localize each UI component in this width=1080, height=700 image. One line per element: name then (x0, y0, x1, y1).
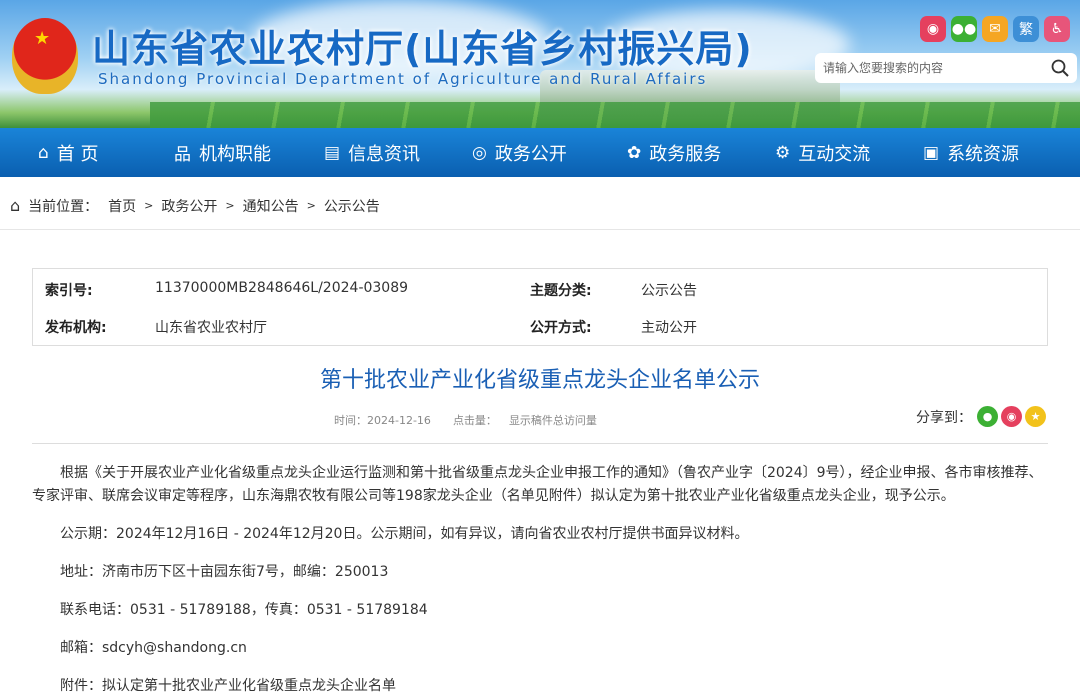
nav-icon: ⌂ (38, 142, 49, 163)
nav-icon: 品 (174, 145, 191, 165)
info-table: 索引号: 11370000MB2848646L/2024-03089 主题分类:… (32, 268, 1048, 346)
share-weibo-icon[interactable]: ◉ (1001, 406, 1022, 427)
nav-icon: ⚙ (775, 142, 791, 163)
article-title: 第十批农业产业化省级重点龙头企业名单公示 (319, 368, 760, 393)
nav-icon: ✿ (627, 142, 642, 163)
accessibility-icon[interactable]: ♿ (1044, 16, 1070, 42)
site-subtitle: Shandong Provincial Department of Agricu… (98, 70, 708, 88)
publish-time: 时间：2024-12-16 (334, 414, 431, 427)
nav-label: 政务服务 (649, 143, 722, 165)
body-paragraph: 邮箱：sdcyh@shandong.cn (60, 640, 247, 656)
nav-label: 系统资源 (947, 143, 1020, 165)
nav-label: 首 页 (56, 143, 99, 165)
body-paragraph: 联系电话：0531 - 51789188，传真：0531 - 51789184 (60, 602, 428, 618)
nav-icon: ◎ (472, 142, 487, 163)
mail-icon[interactable]: ✉ (982, 16, 1008, 42)
index-value: 11370000MB2848646L/2024-03089 (155, 280, 409, 296)
article-meta: 时间：2024-12-16 点击量： 显示稿件总访问量 分享到： ● ◉ ★ (32, 404, 1048, 444)
share-label: 分享到： (916, 409, 972, 426)
nav-item-6[interactable]: ▣ 系统资源 (923, 140, 1043, 166)
body-paragraph[interactable]: 附件：拟认定第十批农业产业化省级重点龙头企业名单 (60, 675, 1048, 698)
breadcrumb: ⌂ 当前位置： 首页 > 政务公开 > 通知公告 > 公示公告 (0, 182, 1080, 230)
header-banner: ★ 山东省农业农村厅(山东省乡村振兴局) Shandong Provincial… (0, 0, 1080, 128)
topic-value: 公示公告 (641, 283, 697, 299)
breadcrumb-home[interactable]: 首页 (108, 196, 136, 216)
nav-label: 政务公开 (494, 143, 567, 165)
mode-label: 公开方式: (530, 320, 592, 336)
site-title[interactable]: 山东省农业农村厅(山东省乡村振兴局) (92, 18, 753, 73)
breadcrumb-notices[interactable]: 通知公告 (243, 196, 299, 216)
nav-icon: ▣ (923, 142, 940, 163)
nav-label: 机构职能 (199, 143, 271, 165)
topic-label: 主题分类: (530, 283, 592, 299)
search-input[interactable] (823, 61, 1051, 75)
breadcrumb-public-notices[interactable]: 公示公告 (324, 196, 380, 216)
search-box (815, 53, 1077, 83)
main-nav: ⌂ 首 页品机构职能 ▤ 信息资讯 ◎ 政务公开 ✿ 政务服务 ⚙ 互动交流 ▣ 系统资源 (0, 128, 1080, 177)
clicks-label: 点击量： (452, 414, 497, 427)
clicks-value: 显示稿件总访问量 (508, 414, 597, 427)
breadcrumb-label: 当前位置： (28, 198, 99, 215)
share-wechat-icon[interactable]: ● (977, 406, 998, 427)
nav-label: 互动交流 (798, 143, 871, 165)
separator: > (306, 199, 316, 212)
home-icon: ⌂ (10, 196, 21, 215)
index-label: 索引号: (45, 283, 93, 299)
intro-paragraph: 根据《关于开展农业产业化省级重点龙头企业运行监测和第十批省级重点龙头企业申报工作… (32, 465, 1043, 504)
nav-item-0[interactable]: ⌂ 首 页 (38, 140, 174, 166)
separator: > (225, 199, 235, 212)
article-body: 根据《关于开展农业产业化省级重点龙头企业运行监测和第十批省级重点龙头企业申报工作… (0, 444, 1080, 698)
weibo-icon[interactable]: ◉ (920, 16, 946, 42)
wechat-icon[interactable]: ●● (951, 16, 977, 42)
org-label: 发布机构: (45, 320, 107, 336)
social-links: ◉ ●● ✉ 繁 ♿ (920, 16, 1070, 42)
search-icon[interactable] (1051, 59, 1069, 77)
nav-label: 信息资讯 (348, 143, 421, 165)
nav-icon: ▤ (324, 142, 341, 163)
body-paragraph: 地址：济南市历下区十亩园东街7号，邮编：250013 (60, 564, 389, 580)
mode-value: 主动公开 (641, 320, 697, 336)
fields-image (150, 102, 1080, 128)
traditional-chinese-icon[interactable]: 繁 (1013, 16, 1039, 42)
nav-item-1[interactable]: 品机构职能 (174, 140, 324, 166)
separator: > (144, 199, 154, 212)
body-paragraph: 公示期：2024年12月16日 - 2024年12月20日。公示期间，如有异议，… (60, 526, 749, 542)
share-bar: 分享到： ● ◉ ★ (916, 406, 1046, 427)
share-favorite-icon[interactable]: ★ (1025, 406, 1046, 427)
nav-item-5[interactable]: ⚙ 互动交流 (775, 140, 923, 166)
breadcrumb-gov-open[interactable]: 政务公开 (161, 196, 217, 216)
org-value: 山东省农业农村厅 (155, 320, 267, 336)
nav-item-4[interactable]: ✿ 政务服务 (627, 140, 775, 166)
nav-item-3[interactable]: ◎ 政务公开 (472, 140, 627, 166)
nav-item-2[interactable]: ▤ 信息资讯 (324, 140, 472, 166)
national-emblem-logo: ★ (12, 18, 78, 94)
